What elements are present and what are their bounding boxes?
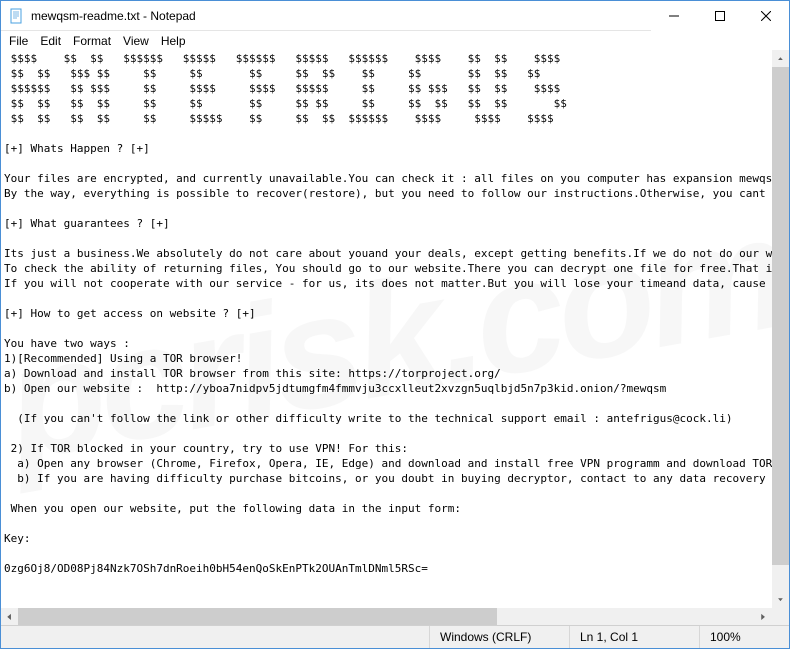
maximize-button[interactable] xyxy=(697,1,743,31)
window-title: mewqsm-readme.txt - Notepad xyxy=(31,9,651,23)
document-text[interactable]: $$$$ $$ $$ $$$$$$ $$$$$ $$$$$$ $$$$$ $$$… xyxy=(1,50,789,625)
window-controls xyxy=(651,1,789,30)
scroll-down-button[interactable]: ▼ xyxy=(772,591,789,608)
scroll-left-button[interactable]: ◀ xyxy=(1,608,18,625)
menu-file[interactable]: File xyxy=(3,33,34,49)
horizontal-scrollbar[interactable]: ◀ ▶ xyxy=(1,608,772,625)
titlebar[interactable]: mewqsm-readme.txt - Notepad xyxy=(1,1,789,31)
vertical-scroll-thumb[interactable] xyxy=(772,67,789,565)
scroll-up-button[interactable]: ▲ xyxy=(772,50,789,67)
status-encoding: Windows (CRLF) xyxy=(429,626,569,648)
statusbar: Windows (CRLF) Ln 1, Col 1 100% xyxy=(1,625,789,648)
horizontal-scroll-track[interactable] xyxy=(18,608,755,625)
status-zoom: 100% xyxy=(699,626,789,648)
menu-view[interactable]: View xyxy=(117,33,155,49)
menubar: File Edit Format View Help xyxy=(1,31,789,50)
minimize-button[interactable] xyxy=(651,1,697,31)
vertical-scrollbar[interactable]: ▲ ▼ xyxy=(772,50,789,608)
scrollbar-corner xyxy=(772,608,789,625)
menu-format[interactable]: Format xyxy=(67,33,117,49)
text-area[interactable]: $$$$ $$ $$ $$$$$$ $$$$$ $$$$$$ $$$$$ $$$… xyxy=(1,50,789,625)
horizontal-scroll-thumb[interactable] xyxy=(18,608,497,625)
notepad-icon xyxy=(9,8,25,24)
scroll-right-button[interactable]: ▶ xyxy=(755,608,772,625)
vertical-scroll-track[interactable] xyxy=(772,67,789,591)
menu-edit[interactable]: Edit xyxy=(34,33,67,49)
notepad-window: mewqsm-readme.txt - Notepad File Edit Fo… xyxy=(0,0,790,649)
status-cursor: Ln 1, Col 1 xyxy=(569,626,699,648)
close-button[interactable] xyxy=(743,1,789,31)
menu-help[interactable]: Help xyxy=(155,33,192,49)
